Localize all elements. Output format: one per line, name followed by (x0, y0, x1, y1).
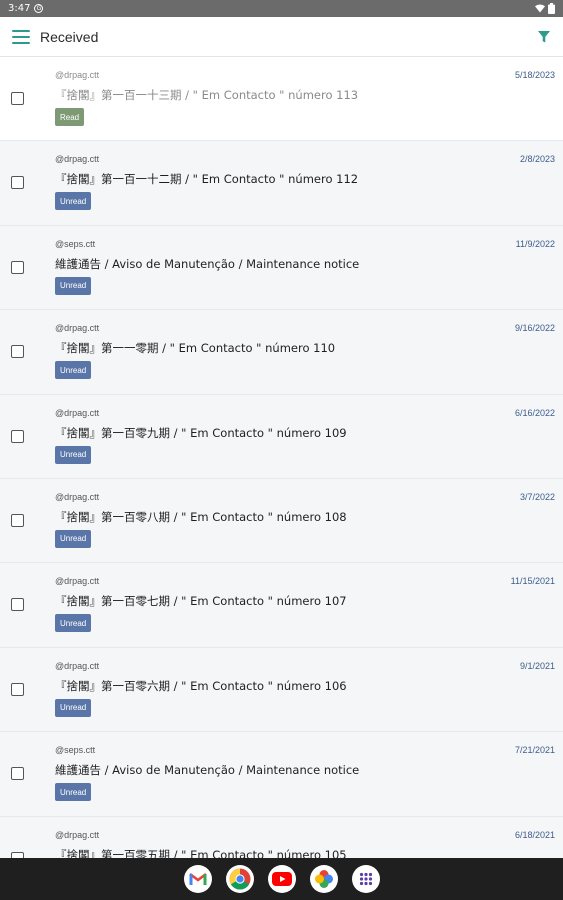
message-subject: 『捨閣』第一百零八期 / " Em Contacto " número 108 (55, 509, 347, 524)
list-item[interactable]: @drpag.ctt 11/15/2021 『捨閣』第一百零七期 / " Em Co… (0, 563, 563, 648)
app-drawer-icon[interactable] (351, 865, 380, 893)
list-item[interactable]: @drpag.ctt 6/16/2022 『捨閣』第一百零九期 / " Em Con… (0, 394, 563, 479)
list-item[interactable]: @seps.ctt 11/9/2022 維護通告 / Aviso de Manute… (0, 225, 563, 311)
menu-icon[interactable] (12, 29, 30, 44)
status-bar: 3:47 G (0, 0, 563, 17)
status-time: 3:47 (8, 3, 31, 14)
gmail-icon[interactable] (183, 865, 212, 893)
message-subject: 維護通告 / Aviso de Manutenção / Maintenance… (55, 256, 360, 271)
message-sender: @drpag.ctt (55, 829, 100, 840)
select-checkbox[interactable] (11, 682, 24, 696)
message-subject: 『捨閣』第一百零五期 / " Em Contacto " número 105 (55, 847, 347, 858)
status-badge: Unread (55, 361, 92, 380)
status-badge: Unread (55, 276, 92, 295)
select-checkbox[interactable] (11, 767, 24, 781)
battery-icon (548, 3, 555, 14)
message-date: 9/1/2021 (519, 660, 555, 671)
message-sender: @drpag.ctt (55, 491, 100, 502)
filter-icon[interactable] (537, 30, 551, 44)
message-date: 9/16/2022 (514, 323, 555, 334)
message-sender: @seps.ctt (55, 745, 96, 756)
photos-icon[interactable] (309, 865, 338, 893)
message-date: 3/7/2022 (519, 491, 555, 502)
select-checkbox[interactable] (11, 92, 24, 105)
status-badge: Unread (55, 529, 92, 548)
message-subject: 『捨閣』第一百零七期 / " Em Contacto " número 107 (55, 594, 347, 609)
youtube-icon[interactable] (267, 865, 296, 893)
status-badge: Unread (55, 698, 92, 717)
message-subject: 『捨閣』第一百零六期 / " Em Contacto " número 106 (55, 678, 347, 693)
message-sender: @drpag.ctt (55, 407, 100, 418)
select-checkbox[interactable] (11, 345, 24, 359)
select-checkbox[interactable] (11, 598, 24, 612)
message-subject: 『捨閣』第一百一十二期 / " Em Contacto " número 112 (55, 172, 359, 187)
list-item[interactable]: @drpag.ctt 5/18/2023 『捨閣』第一百一十三期 / " Em Co… (0, 57, 563, 142)
list-item[interactable]: @drpag.ctt 9/1/2021 『捨閣』第一百零六期 / " Em Cont… (0, 647, 563, 733)
app-bar: Received (0, 17, 563, 57)
message-sender: @seps.ctt (55, 238, 96, 249)
message-subject: 維護通告 / Aviso de Manutenção / Maintenance… (55, 763, 360, 778)
list-item[interactable]: @drpag.ctt 9/16/2022 『捨閣』第一一零期 / " Em Cont… (0, 310, 563, 395)
status-badge: Unread (55, 614, 92, 633)
list-item[interactable]: @drpag.ctt 2/8/2023 『捨閣』第一百一十二期 / " Em Con… (0, 141, 563, 226)
message-date: 11/9/2022 (515, 238, 555, 249)
message-date: 2/8/2023 (519, 154, 555, 165)
message-date: 6/16/2022 (514, 407, 555, 418)
list-item[interactable]: @drpag.ctt 6/18/2021 『捨閣』第一百零五期 / " Em Con… (0, 816, 563, 858)
select-checkbox[interactable] (11, 513, 24, 527)
message-sender: @drpag.ctt (55, 70, 100, 80)
message-sender: @drpag.ctt (55, 323, 100, 334)
select-checkbox[interactable] (11, 260, 24, 274)
message-subject: 『捨閣』第一百一十三期 / " Em Contacto " número 113 (55, 88, 359, 102)
message-sender: @drpag.ctt (55, 576, 100, 587)
page-title: Received (40, 28, 99, 45)
message-date: 6/18/2021 (514, 829, 555, 840)
status-icons (535, 3, 555, 14)
status-badge: Unread (55, 192, 92, 211)
message-list: @drpag.ctt 5/18/2023 『捨閣』第一百一十三期 / " Em Co… (0, 57, 563, 858)
select-checkbox[interactable] (11, 429, 24, 443)
status-badge: Read (55, 108, 85, 126)
message-date: 5/18/2023 (514, 70, 555, 80)
message-sender: @drpag.ctt (55, 660, 100, 671)
notification-icon: G (34, 4, 44, 13)
message-sender: @drpag.ctt (55, 154, 100, 165)
chrome-icon[interactable] (225, 865, 254, 893)
status-badge: Unread (55, 445, 92, 464)
navigation-bar (0, 858, 563, 900)
message-subject: 『捨閣』第一百零九期 / " Em Contacto " número 109 (55, 425, 347, 440)
message-date: 7/21/2021 (514, 745, 555, 756)
list-item[interactable]: @drpag.ctt 3/7/2022 『捨閣』第一百零八期 / " Em Cont… (0, 478, 563, 564)
select-checkbox[interactable] (11, 176, 24, 190)
wifi-icon (535, 4, 545, 13)
message-subject: 『捨閣』第一一零期 / " Em Contacto " número 110 (55, 341, 336, 356)
list-item[interactable]: @seps.ctt 7/21/2021 維護通告 / Aviso de Manute… (0, 732, 563, 817)
status-badge: Unread (55, 783, 92, 802)
message-date: 11/15/2021 (510, 576, 555, 587)
